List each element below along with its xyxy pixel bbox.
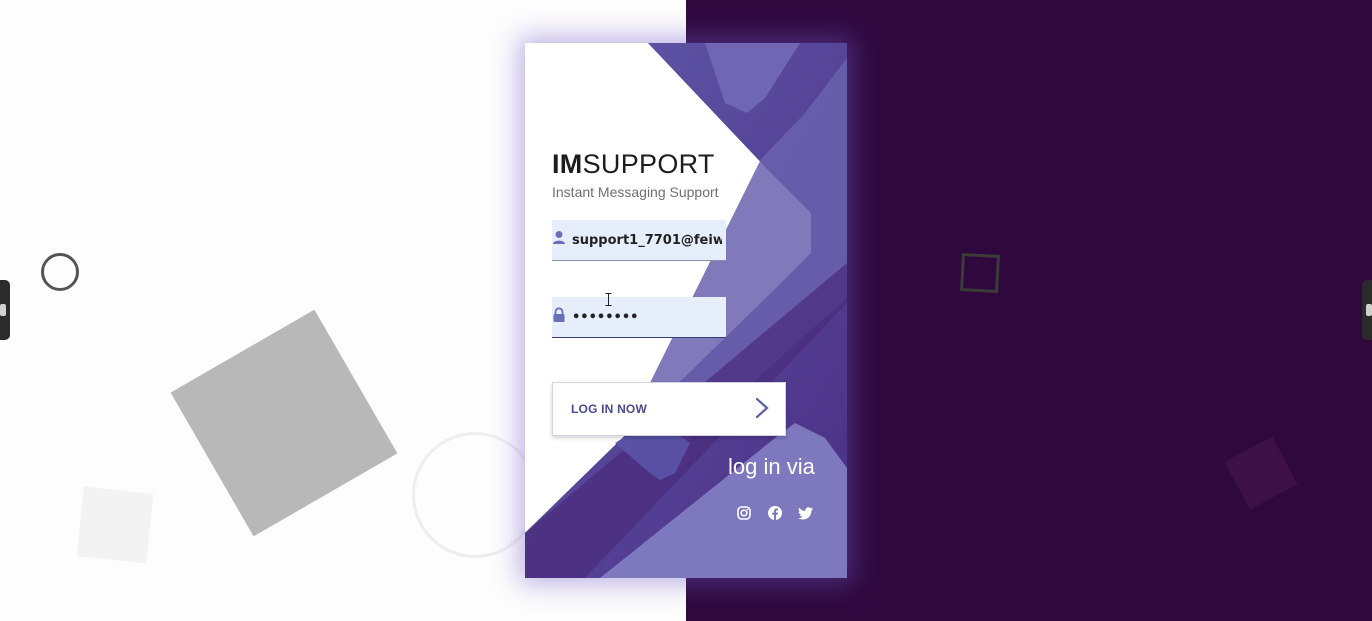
text-cursor-icon [605,293,612,306]
twitter-icon[interactable] [798,505,814,521]
brand-title-bold: IM [552,149,583,179]
login-card: IMSUPPORT Instant Messaging Support LOG … [525,43,847,578]
brand-subtitle: Instant Messaging Support [552,184,719,200]
password-field[interactable] [552,297,726,338]
decorative-square-outline [960,253,1000,293]
user-icon [553,231,565,244]
left-side-handle[interactable] [0,280,10,340]
decorative-ring-large [412,432,538,558]
log-in-via-heading: log in via [728,454,815,479]
brand-title-light: SUPPORT [582,149,715,179]
facebook-icon[interactable] [767,505,783,521]
chevron-right-icon [755,397,769,419]
decorative-square-small [76,486,154,564]
brand-title: IMSUPPORT [552,149,715,180]
log-in-button-label: LOG IN NOW [571,402,647,416]
instagram-icon[interactable] [736,505,752,521]
right-side-handle[interactable] [1362,280,1372,340]
username-input[interactable] [572,220,722,260]
log-in-button[interactable]: LOG IN NOW [552,382,786,436]
lock-icon [553,307,565,322]
username-field[interactable] [552,220,726,261]
password-input[interactable] [572,297,722,337]
decorative-ring [41,253,79,291]
